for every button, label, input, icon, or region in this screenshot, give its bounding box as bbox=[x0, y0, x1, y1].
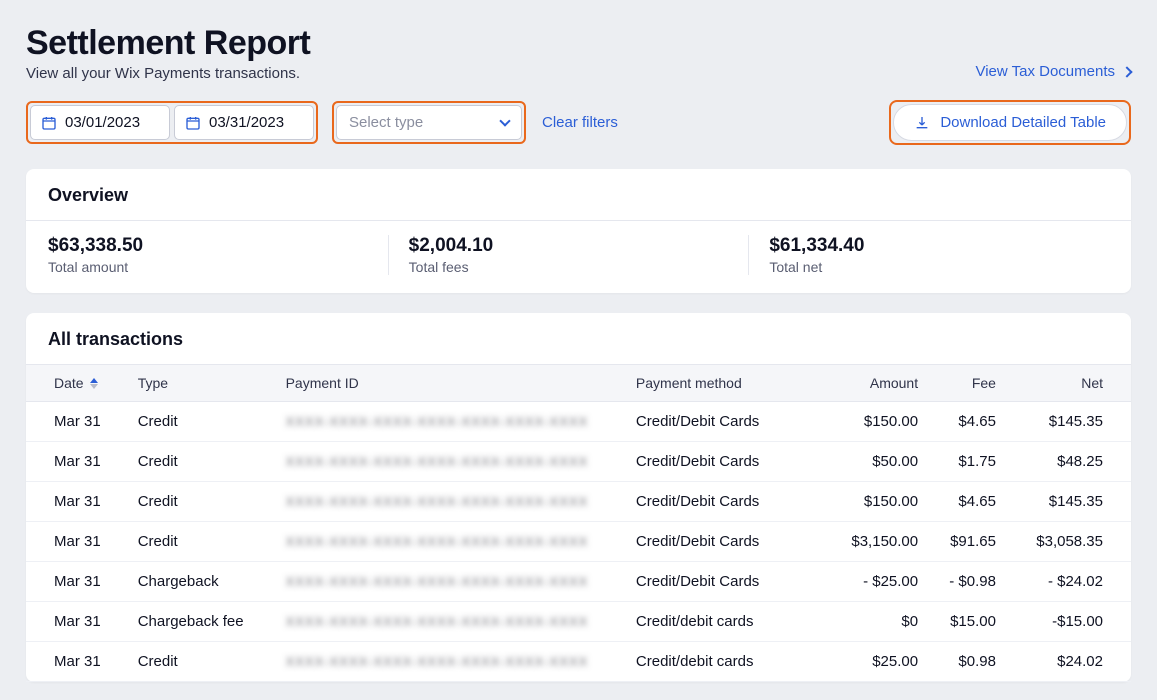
clear-filters-link[interactable]: Clear filters bbox=[542, 114, 618, 131]
date-range-group: 03/01/2023 03/31/2023 bbox=[26, 101, 318, 144]
sort-icon bbox=[90, 378, 98, 389]
chevron-right-icon bbox=[1121, 66, 1132, 77]
cell-type: Chargeback fee bbox=[138, 613, 286, 630]
date-from-value: 03/01/2023 bbox=[65, 114, 140, 131]
cell-net: $145.35 bbox=[996, 413, 1103, 430]
cell-net: - $24.02 bbox=[996, 573, 1103, 590]
col-header-net[interactable]: Net bbox=[996, 375, 1103, 391]
col-header-fee[interactable]: Fee bbox=[918, 375, 996, 391]
cell-type: Credit bbox=[138, 453, 286, 470]
cell-date: Mar 31 bbox=[54, 493, 138, 510]
type-filter-select[interactable]: Select type bbox=[336, 105, 522, 140]
cell-payment-id: XXXX-XXXX-XXXX-XXXX-XXXX-XXXX-XXXX bbox=[286, 453, 636, 470]
cell-fee: $4.65 bbox=[918, 493, 996, 510]
cell-method: Credit/debit cards bbox=[636, 653, 821, 670]
type-filter-placeholder: Select type bbox=[349, 114, 423, 131]
total-fees-value: $2,004.10 bbox=[409, 235, 749, 257]
col-header-amount[interactable]: Amount bbox=[821, 375, 918, 391]
date-to-value: 03/31/2023 bbox=[209, 114, 284, 131]
cell-payment-id: XXXX-XXXX-XXXX-XXXX-XXXX-XXXX-XXXX bbox=[286, 413, 636, 430]
date-from-field[interactable]: 03/01/2023 bbox=[30, 105, 170, 140]
cell-amount: $50.00 bbox=[821, 453, 918, 470]
cell-payment-id: XXXX-XXXX-XXXX-XXXX-XXXX-XXXX-XXXX bbox=[286, 573, 636, 590]
cell-type: Chargeback bbox=[138, 573, 286, 590]
cell-net: $145.35 bbox=[996, 493, 1103, 510]
cell-net: $3,058.35 bbox=[996, 533, 1103, 550]
cell-amount: $3,150.00 bbox=[821, 533, 918, 550]
transactions-header-row: Date Type Payment ID Payment method Amou… bbox=[26, 365, 1131, 402]
cell-method: Credit/Debit Cards bbox=[636, 573, 821, 590]
cell-amount: $150.00 bbox=[821, 413, 918, 430]
page-title: Settlement Report bbox=[26, 24, 310, 63]
download-wrap: Download Detailed Table bbox=[889, 100, 1131, 145]
overview-title: Overview bbox=[26, 169, 1131, 221]
cell-payment-id: XXXX-XXXX-XXXX-XXXX-XXXX-XXXX-XXXX bbox=[286, 653, 636, 670]
table-row[interactable]: Mar 31CreditXXXX-XXXX-XXXX-XXXX-XXXX-XXX… bbox=[26, 522, 1131, 562]
transactions-card: All transactions Date Type Payment ID Pa… bbox=[26, 313, 1131, 682]
cell-method: Credit/Debit Cards bbox=[636, 413, 821, 430]
cell-amount: $150.00 bbox=[821, 493, 918, 510]
cell-type: Credit bbox=[138, 653, 286, 670]
view-tax-documents-link[interactable]: View Tax Documents bbox=[975, 63, 1131, 82]
cell-net: $48.25 bbox=[996, 453, 1103, 470]
total-net-label: Total net bbox=[769, 259, 1109, 275]
cell-type: Credit bbox=[138, 533, 286, 550]
cell-date: Mar 31 bbox=[54, 573, 138, 590]
cell-date: Mar 31 bbox=[54, 653, 138, 670]
cell-fee: $1.75 bbox=[918, 453, 996, 470]
download-detailed-table-button[interactable]: Download Detailed Table bbox=[893, 104, 1127, 141]
col-header-method[interactable]: Payment method bbox=[636, 375, 821, 391]
cell-amount: $0 bbox=[821, 613, 918, 630]
cell-net: -$15.00 bbox=[996, 613, 1103, 630]
tax-link-label: View Tax Documents bbox=[975, 63, 1115, 80]
cell-fee: $4.65 bbox=[918, 413, 996, 430]
cell-date: Mar 31 bbox=[54, 613, 138, 630]
col-header-date-label: Date bbox=[54, 375, 84, 391]
transactions-title: All transactions bbox=[26, 313, 1131, 365]
table-row[interactable]: Mar 31CreditXXXX-XXXX-XXXX-XXXX-XXXX-XXX… bbox=[26, 402, 1131, 442]
calendar-icon bbox=[185, 115, 201, 131]
cell-amount: - $25.00 bbox=[821, 573, 918, 590]
col-header-type[interactable]: Type bbox=[138, 375, 286, 391]
total-fees-label: Total fees bbox=[409, 259, 749, 275]
cell-type: Credit bbox=[138, 493, 286, 510]
cell-fee: $91.65 bbox=[918, 533, 996, 550]
cell-payment-id: XXXX-XXXX-XXXX-XXXX-XXXX-XXXX-XXXX bbox=[286, 493, 636, 510]
total-net-value: $61,334.40 bbox=[769, 235, 1109, 257]
cell-method: Credit/Debit Cards bbox=[636, 453, 821, 470]
cell-method: Credit/Debit Cards bbox=[636, 493, 821, 510]
total-amount-label: Total amount bbox=[48, 259, 388, 275]
cell-date: Mar 31 bbox=[54, 413, 138, 430]
cell-net: $24.02 bbox=[996, 653, 1103, 670]
page-subtitle: View all your Wix Payments transactions. bbox=[26, 65, 310, 82]
cell-amount: $25.00 bbox=[821, 653, 918, 670]
cell-fee: - $0.98 bbox=[918, 573, 996, 590]
table-row[interactable]: Mar 31ChargebackXXXX-XXXX-XXXX-XXXX-XXXX… bbox=[26, 562, 1131, 602]
cell-type: Credit bbox=[138, 413, 286, 430]
total-amount-value: $63,338.50 bbox=[48, 235, 388, 257]
table-row[interactable]: Mar 31CreditXXXX-XXXX-XXXX-XXXX-XXXX-XXX… bbox=[26, 642, 1131, 682]
table-row[interactable]: Mar 31CreditXXXX-XXXX-XXXX-XXXX-XXXX-XXX… bbox=[26, 482, 1131, 522]
type-filter-wrap: Select type bbox=[332, 101, 526, 144]
cell-date: Mar 31 bbox=[54, 533, 138, 550]
cell-method: Credit/debit cards bbox=[636, 613, 821, 630]
cell-date: Mar 31 bbox=[54, 453, 138, 470]
date-to-field[interactable]: 03/31/2023 bbox=[174, 105, 314, 140]
table-row[interactable]: Mar 31CreditXXXX-XXXX-XXXX-XXXX-XXXX-XXX… bbox=[26, 442, 1131, 482]
overview-card: Overview $63,338.50 Total amount $2,004.… bbox=[26, 169, 1131, 293]
cell-fee: $0.98 bbox=[918, 653, 996, 670]
cell-payment-id: XXXX-XXXX-XXXX-XXXX-XXXX-XXXX-XXXX bbox=[286, 613, 636, 630]
table-row[interactable]: Mar 31Chargeback feeXXXX-XXXX-XXXX-XXXX-… bbox=[26, 602, 1131, 642]
chevron-down-icon bbox=[499, 115, 510, 126]
col-header-date[interactable]: Date bbox=[54, 375, 138, 391]
cell-fee: $15.00 bbox=[918, 613, 996, 630]
download-label: Download Detailed Table bbox=[940, 114, 1106, 131]
cell-method: Credit/Debit Cards bbox=[636, 533, 821, 550]
download-icon bbox=[914, 115, 930, 131]
calendar-icon bbox=[41, 115, 57, 131]
col-header-payment-id[interactable]: Payment ID bbox=[286, 375, 636, 391]
cell-payment-id: XXXX-XXXX-XXXX-XXXX-XXXX-XXXX-XXXX bbox=[286, 533, 636, 550]
